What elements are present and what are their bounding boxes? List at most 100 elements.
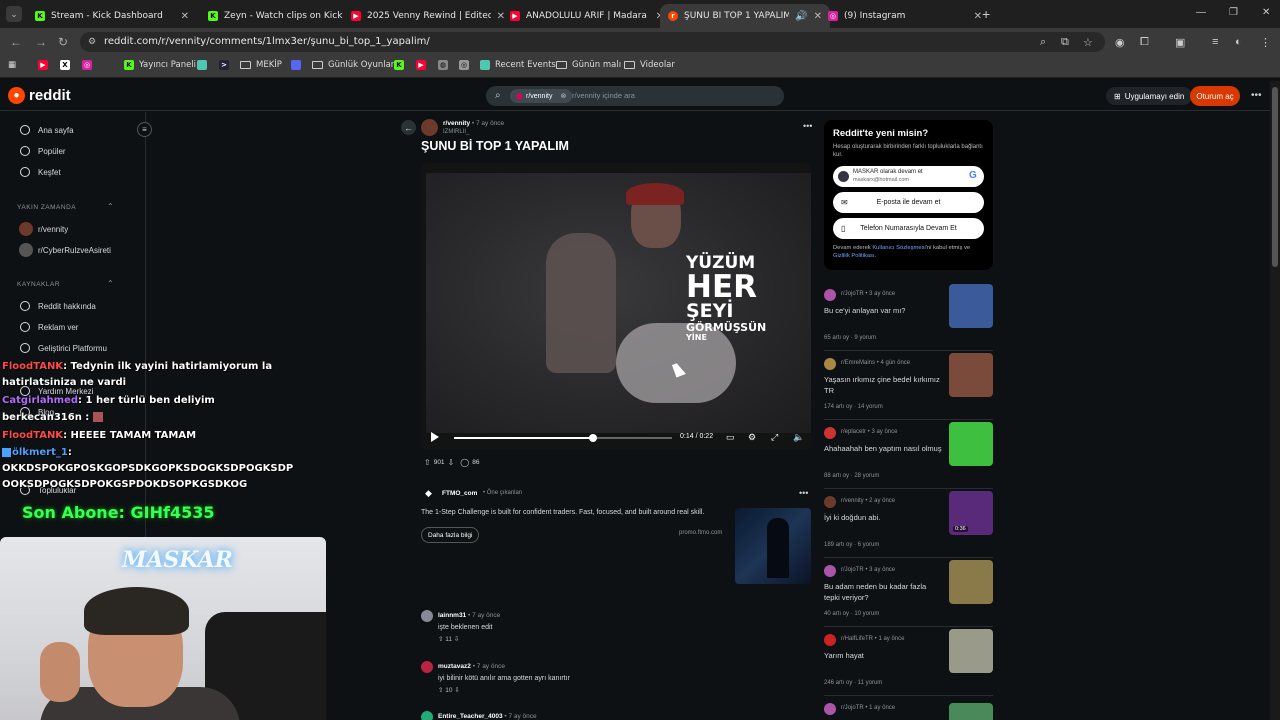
related-post-title[interactable]: Bu ce'yi anlayan var mı? (824, 306, 944, 317)
profile-avatar[interactable]: ◐ (1235, 36, 1242, 48)
browser-tab[interactable]: K Stream - Kick Dashboard ✕ (27, 4, 197, 28)
bookmark-star-icon[interactable]: ☆ (1083, 36, 1093, 49)
url-text[interactable]: reddit.com/r/vennity/comments/1lmx3er/şu… (104, 36, 430, 47)
new-tab-button[interactable]: + (982, 6, 990, 22)
recent-item-cyberrulz[interactable]: r/CyberRulzveAsireti (19, 243, 111, 257)
bookmark-web[interactable]: ◍ (438, 60, 453, 70)
bookmark-mekip[interactable]: MEKİP (240, 60, 282, 70)
scrollbar-thumb[interactable] (1272, 87, 1278, 267)
ad-thumbnail[interactable] (735, 508, 811, 584)
comment-author[interactable]: lainnm31 • 7 ay önce (438, 612, 500, 619)
related-post[interactable]: r/EmreMains • 4 gün önce Yaşasın ırkımız… (824, 353, 993, 418)
privacy-policy-link[interactable]: Gizlilik Politikası (833, 253, 875, 259)
ad-options-icon[interactable]: ••• (799, 488, 808, 498)
speaker-icon[interactable]: 🔊 (795, 11, 807, 22)
related-post-thumbnail[interactable] (949, 560, 993, 604)
upvote-icon[interactable]: ⇧ (438, 687, 443, 694)
bookmark-app[interactable] (197, 60, 212, 70)
ad-advertiser[interactable]: FTMO_com (442, 490, 477, 497)
login-button[interactable]: Oturum aç (1190, 86, 1240, 106)
subreddit-avatar[interactable] (421, 119, 438, 136)
learn-more-button[interactable]: Daha fazla bilgi (421, 527, 480, 543)
resource-item-developer[interactable]: Geliştirici Platformu (20, 343, 107, 353)
google-continue-button[interactable]: MASKAR olarak devam et maskarx@hotmail.c… (833, 166, 984, 187)
browser-tab[interactable]: ▶ANADOLULU ARİF | Madara Ol✕ (502, 4, 672, 28)
collapse-sidebar-button[interactable]: ≡ (137, 122, 152, 137)
video-frame[interactable]: YÜZÜM HER ŞEYİ GÖRMÜŞSÜN YİNE (426, 173, 811, 433)
restore-icon[interactable]: ❐ (1229, 7, 1238, 18)
comment-author[interactable]: muztavaz2 • 7 ay önce (438, 663, 505, 670)
related-post-title[interactable]: Ahahaahah ben yaptım nasıl olmuş (824, 444, 944, 455)
bookmark-gunluk-oyunlar[interactable]: Günlük Oyunlar (312, 60, 394, 70)
user-agreement-link[interactable]: Kullanıcı Sözleşmesi (872, 245, 925, 251)
clear-filter-icon[interactable]: ⊗ (560, 92, 566, 100)
related-post-title[interactable]: İyi ki doğdun abi. (824, 513, 944, 524)
downvote-icon[interactable]: ⇩ (454, 636, 459, 643)
chevron-up-icon[interactable]: ⌃ (107, 202, 114, 211)
related-post[interactable]: r/vennity • 2 ay önce İyi ki doğdun abi.… (824, 491, 993, 556)
post-options-icon[interactable]: ••• (803, 121, 812, 131)
related-post-thumbnail[interactable] (949, 703, 993, 720)
comment-icon[interactable]: ◯ (460, 458, 469, 467)
site-info-icon[interactable]: ⚙ (88, 36, 96, 47)
more-options-icon[interactable]: ••• (1251, 90, 1262, 101)
related-post-title[interactable]: Yaşasın ırkımız çine bedel kırkımız TR (824, 375, 944, 396)
page-scrollbar[interactable] (1270, 81, 1280, 720)
nav-item-popular[interactable]: Popüler (20, 146, 66, 156)
related-post-thumbnail[interactable] (949, 284, 993, 328)
install-icon[interactable]: ⧉ (1061, 36, 1069, 49)
address-bar[interactable]: ⚙ reddit.com/r/vennity/comments/1lmx3er/… (80, 32, 1105, 52)
user-avatar[interactable] (421, 610, 433, 622)
username[interactable]: lainnm31 (438, 612, 466, 619)
settings-icon[interactable]: ⚙ (748, 432, 756, 443)
close-icon[interactable]: ✕ (974, 11, 982, 22)
video-player[interactable]: YÜZÜM HER ŞEYİ GÖRMÜŞSÜN YİNE 0:14 / 0:2… (421, 163, 811, 450)
phone-continue-button[interactable]: ▯ Telefon Numarasıyla Devam Et (833, 218, 984, 239)
resource-item-advertise[interactable]: Reklam ver (20, 322, 78, 332)
user-avatar[interactable] (421, 711, 433, 720)
related-post-title[interactable]: Yarım hayat (824, 651, 944, 662)
get-app-button[interactable]: ⊞ Uygulamayı edin (1106, 87, 1193, 105)
post-author[interactable]: IZMIRLII_ (443, 129, 469, 135)
related-post[interactable]: r/JojoTR • 3 ay önce Bu adam neden bu ka… (824, 560, 993, 625)
ad-domain[interactable]: promo.ftmo.com (679, 530, 722, 536)
username[interactable]: Entire_Teacher_4003 (438, 713, 503, 720)
sidebar-icon[interactable]: ▣ (1175, 36, 1185, 49)
bookmark-yayinci-paneli[interactable]: K Yayıncı Paneli (124, 60, 196, 70)
post-subreddit[interactable]: r/vennity • 7 ay önce (443, 120, 504, 127)
extension-icon[interactable]: ◉ (1115, 36, 1125, 49)
related-post-thumbnail[interactable]: 0:36 (949, 491, 993, 535)
resources-section-header[interactable]: KAYNAKLAR (17, 281, 60, 288)
play-icon[interactable] (431, 432, 439, 442)
search-bar[interactable]: ⌕ r/vennity ⊗ r/vennity içinde ara (486, 86, 784, 106)
related-post[interactable]: r/eplacetr • 3 ay önce Ahahaahah ben yap… (824, 422, 993, 487)
tab-search-button[interactable]: ⌄ (6, 6, 22, 22)
bookmark-instagram[interactable]: ◎ (82, 60, 97, 70)
comment-author[interactable]: Entire_Teacher_4003 • 7 ay önce (438, 713, 537, 720)
bookmark-youtube[interactable]: ▶ (416, 60, 431, 70)
chevron-up-icon[interactable]: ⌃ (107, 279, 114, 288)
back-button[interactable]: ← (401, 120, 416, 135)
related-post-thumbnail[interactable] (949, 422, 993, 466)
bookmark-youtube[interactable]: ▶ (38, 60, 53, 70)
fullscreen-icon[interactable]: ⤢ (771, 432, 778, 443)
zoom-icon[interactable]: ⌕ (1040, 36, 1046, 49)
media-icon[interactable]: ≡ (1212, 36, 1218, 48)
bookmark-gunun-mali[interactable]: Günün malı (556, 60, 621, 70)
downvote-icon[interactable]: ⇩ (454, 687, 459, 694)
upvote-icon[interactable]: ⇧ (438, 636, 443, 643)
menu-icon[interactable]: ⋮ (1260, 36, 1271, 49)
subreddit-filter-chip[interactable]: r/vennity ⊗ (510, 89, 573, 103)
related-post[interactable]: r/JojoTR • 1 ay önce (824, 703, 993, 720)
minimize-icon[interactable]: — (1196, 7, 1206, 18)
user-avatar[interactable] (421, 661, 433, 673)
recent-section-header[interactable]: YAKIN ZAMANDA (17, 204, 76, 211)
bookmark-x[interactable]: X (60, 60, 75, 70)
apps-icon[interactable]: ▦ (8, 60, 16, 70)
related-post-thumbnail[interactable] (949, 353, 993, 397)
browser-tab-active[interactable]: rŞUNU Bİ TOP 1 YAPALIM : r🔊✕ (660, 4, 830, 28)
related-post[interactable]: r/HalfLifeTR • 1 ay önce Yarım hayat 246… (824, 629, 993, 694)
related-post-thumbnail[interactable] (949, 629, 993, 673)
bookmark-videolar[interactable]: Videolar (624, 60, 675, 70)
nav-item-home[interactable]: Ana sayfa (20, 125, 74, 135)
